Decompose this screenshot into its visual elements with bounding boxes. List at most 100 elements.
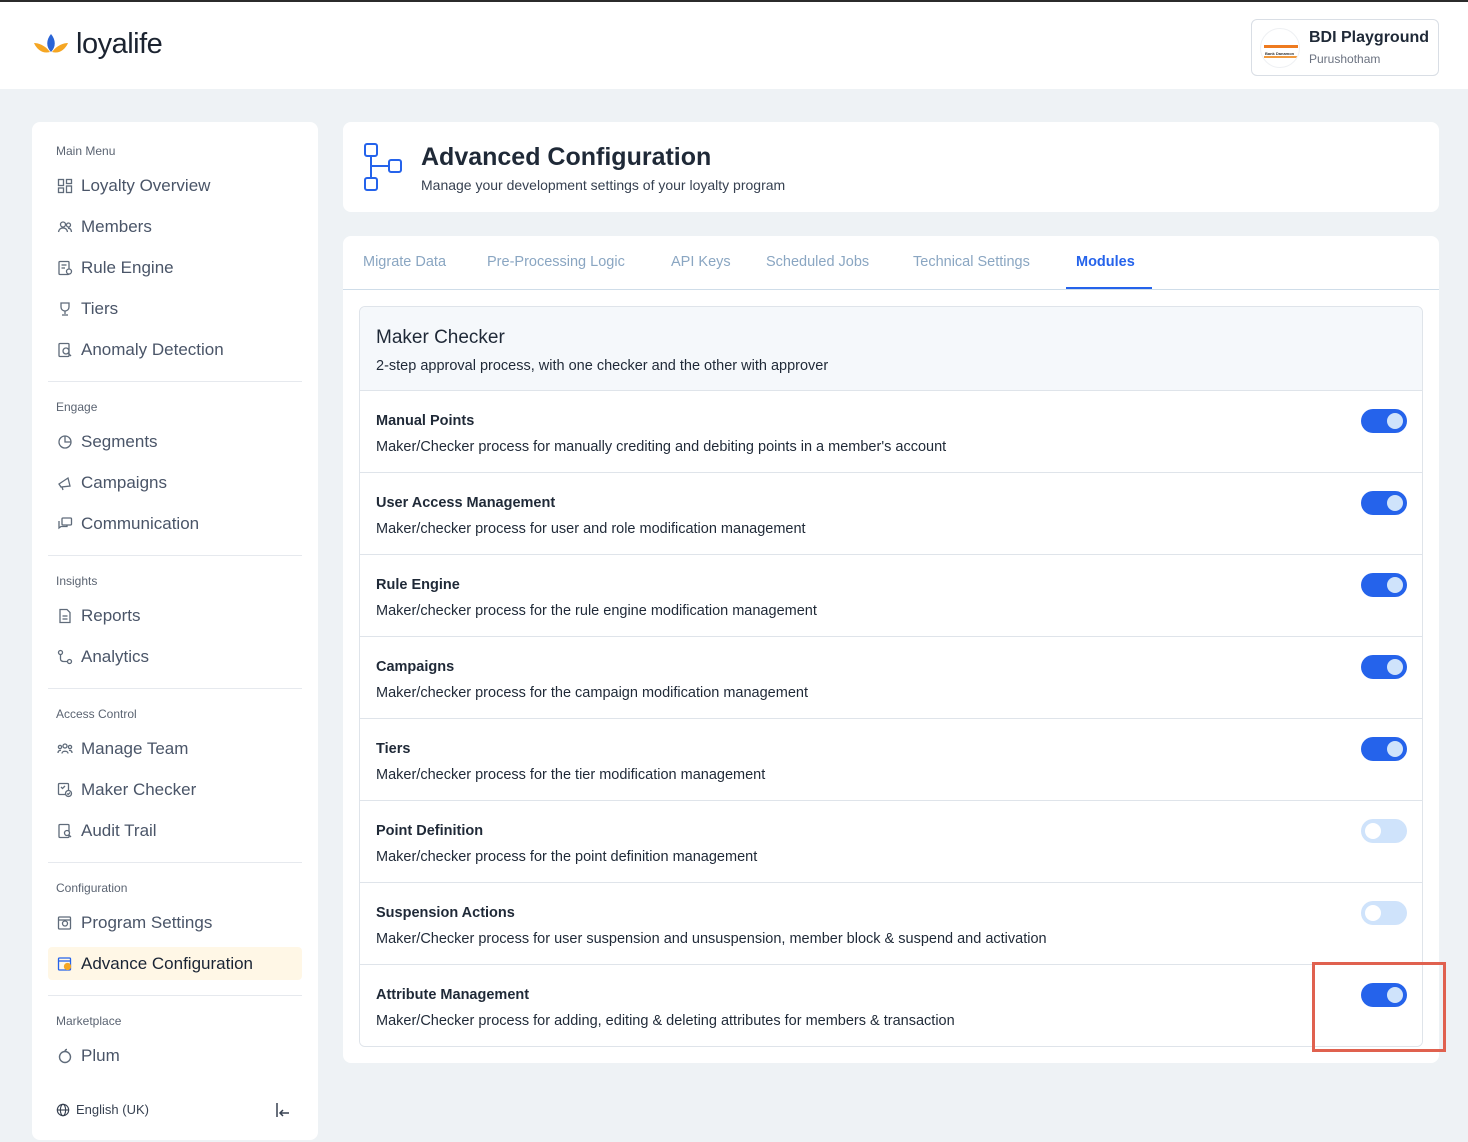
sidebar-item-maker-checker[interactable]: Maker Checker — [48, 773, 302, 806]
module-row-manual-points: Manual Points Maker/Checker process for … — [360, 391, 1422, 473]
sidebar-item-members[interactable]: Members — [48, 210, 302, 243]
page-title: Advanced Configuration — [421, 143, 712, 171]
section-title-insights: Insights — [56, 574, 98, 588]
manual-points-toggle[interactable] — [1361, 409, 1407, 433]
point-definition-toggle[interactable] — [1361, 819, 1407, 843]
workflow-icon — [364, 143, 402, 191]
chat-icon — [56, 515, 73, 532]
section-title-access-control: Access Control — [56, 707, 137, 721]
brand-logo[interactable]: loyalife — [32, 28, 163, 61]
tab-migrate-data[interactable]: Migrate Data — [363, 254, 446, 270]
module-row-attribute-management: Attribute Management Maker/Checker proce… — [360, 965, 1422, 1046]
module-row-suspension-actions: Suspension Actions Maker/Checker process… — [360, 883, 1422, 965]
section-title-configuration: Configuration — [56, 881, 128, 895]
lotus-logo-icon — [34, 33, 68, 53]
org-switcher[interactable]: Bank Danamon BDI Playground Purushotham — [1251, 19, 1439, 76]
module-title: Suspension Actions — [376, 905, 515, 921]
highlight-box — [1312, 962, 1446, 1052]
module-title: Tiers — [376, 741, 411, 757]
campaigns-toggle[interactable] — [1361, 655, 1407, 679]
sidebar: Main Menu Loyalty Overview Members Rule … — [32, 122, 318, 1140]
section-title-main-menu: Main Menu — [56, 144, 116, 158]
module-description: Maker/checker process for the rule engin… — [376, 603, 817, 619]
team-icon — [56, 740, 73, 757]
sidebar-item-advance-configuration[interactable]: Advance Configuration — [48, 947, 302, 980]
globe-icon — [56, 1103, 70, 1116]
maker-checker-header: Maker Checker 2-step approval process, w… — [360, 307, 1422, 391]
advance-config-icon — [56, 955, 73, 972]
tab-scheduled-jobs[interactable]: Scheduled Jobs — [766, 254, 869, 270]
rule-engine-toggle[interactable] — [1361, 573, 1407, 597]
tab-pre-processing-logic[interactable]: Pre-Processing Logic — [487, 254, 625, 270]
sidebar-item-analytics[interactable]: Analytics — [48, 640, 302, 673]
page-subtitle: Manage your development settings of your… — [421, 177, 786, 193]
brand-name: loyalife — [76, 28, 163, 60]
sidebar-item-tiers[interactable]: Tiers — [48, 292, 302, 325]
maker-checker-description: 2-step approval process, with one checke… — [376, 358, 829, 374]
sidebar-divider — [48, 995, 302, 996]
sidebar-item-plum[interactable]: Plum — [48, 1039, 302, 1072]
plum-icon — [56, 1047, 73, 1064]
module-row-tiers: Tiers Maker/checker process for the tier… — [360, 719, 1422, 801]
user-access-management-toggle[interactable] — [1361, 491, 1407, 515]
module-title: Manual Points — [376, 413, 475, 429]
module-title: Rule Engine — [376, 577, 460, 593]
config-panel: Migrate Data Pre-Processing Logic API Ke… — [343, 236, 1439, 1063]
module-row-point-definition: Point Definition Maker/checker process f… — [360, 801, 1422, 883]
language-label: English (UK) — [76, 1102, 149, 1117]
module-description: Maker/checker process for user and role … — [376, 521, 806, 537]
maker-checker-title: Maker Checker — [376, 327, 505, 348]
org-logo: Bank Danamon — [1260, 28, 1300, 68]
megaphone-icon — [56, 474, 73, 491]
active-tab-indicator — [1066, 287, 1152, 289]
suspension-actions-toggle[interactable] — [1361, 901, 1407, 925]
anomaly-icon — [56, 341, 73, 358]
sidebar-divider — [48, 555, 302, 556]
page-header: Advanced Configuration Manage your devel… — [343, 122, 1439, 212]
module-title: Attribute Management — [376, 987, 530, 1003]
sidebar-divider — [48, 862, 302, 863]
rule-doc-icon — [56, 259, 73, 276]
module-row-rule-engine: Rule Engine Maker/checker process for th… — [360, 555, 1422, 637]
sidebar-item-communication[interactable]: Communication — [48, 507, 302, 540]
app-header: loyalife Bank Danamon BDI Playground Pur… — [0, 2, 1468, 89]
analytics-icon — [56, 648, 73, 665]
module-description: Maker/checker process for the campaign m… — [376, 685, 808, 701]
tab-modules[interactable]: Modules — [1076, 254, 1135, 270]
sidebar-item-manage-team[interactable]: Manage Team — [48, 732, 302, 765]
grid-icon — [56, 177, 73, 194]
module-description: Maker/Checker process for user suspensio… — [376, 931, 1047, 947]
module-description: Maker/Checker process for adding, editin… — [376, 1013, 955, 1029]
pie-icon — [56, 433, 73, 450]
module-title: User Access Management — [376, 495, 556, 511]
sidebar-item-loyalty-overview[interactable]: Loyalty Overview — [48, 169, 302, 202]
module-row-campaigns: Campaigns Maker/checker process for the … — [360, 637, 1422, 719]
sidebar-item-campaigns[interactable]: Campaigns — [48, 466, 302, 499]
section-title-marketplace: Marketplace — [56, 1014, 122, 1028]
trophy-icon — [56, 300, 73, 317]
sidebar-item-anomaly-detection[interactable]: Anomaly Detection — [48, 333, 302, 366]
sidebar-item-segments[interactable]: Segments — [48, 425, 302, 458]
module-description: Maker/Checker process for manually credi… — [376, 439, 947, 455]
sidebar-item-audit-trail[interactable]: Audit Trail — [48, 814, 302, 847]
language-selector[interactable]: English (UK) — [56, 1102, 149, 1117]
tab-bar: Migrate Data Pre-Processing Logic API Ke… — [343, 236, 1439, 290]
section-title-engage: Engage — [56, 400, 98, 414]
org-name: BDI Playground — [1309, 29, 1430, 46]
audit-icon — [56, 822, 73, 839]
module-row-user-access-management: User Access Management Maker/checker pro… — [360, 473, 1422, 555]
sidebar-item-reports[interactable]: Reports — [48, 599, 302, 632]
org-user: Purushotham — [1309, 52, 1381, 66]
maker-checker-card: Maker Checker 2-step approval process, w… — [359, 306, 1423, 1047]
sidebar-item-program-settings[interactable]: Program Settings — [48, 906, 302, 939]
sidebar-item-rule-engine[interactable]: Rule Engine — [48, 251, 302, 284]
report-icon — [56, 607, 73, 624]
tab-api-keys[interactable]: API Keys — [671, 254, 731, 270]
collapse-sidebar-icon[interactable] — [274, 1101, 292, 1119]
module-description: Maker/checker process for the point defi… — [376, 849, 758, 865]
tiers-toggle[interactable] — [1361, 737, 1407, 761]
tab-technical-settings[interactable]: Technical Settings — [913, 254, 1030, 270]
sidebar-divider — [48, 688, 302, 689]
module-title: Point Definition — [376, 823, 484, 839]
module-description: Maker/checker process for the tier modif… — [376, 767, 766, 783]
